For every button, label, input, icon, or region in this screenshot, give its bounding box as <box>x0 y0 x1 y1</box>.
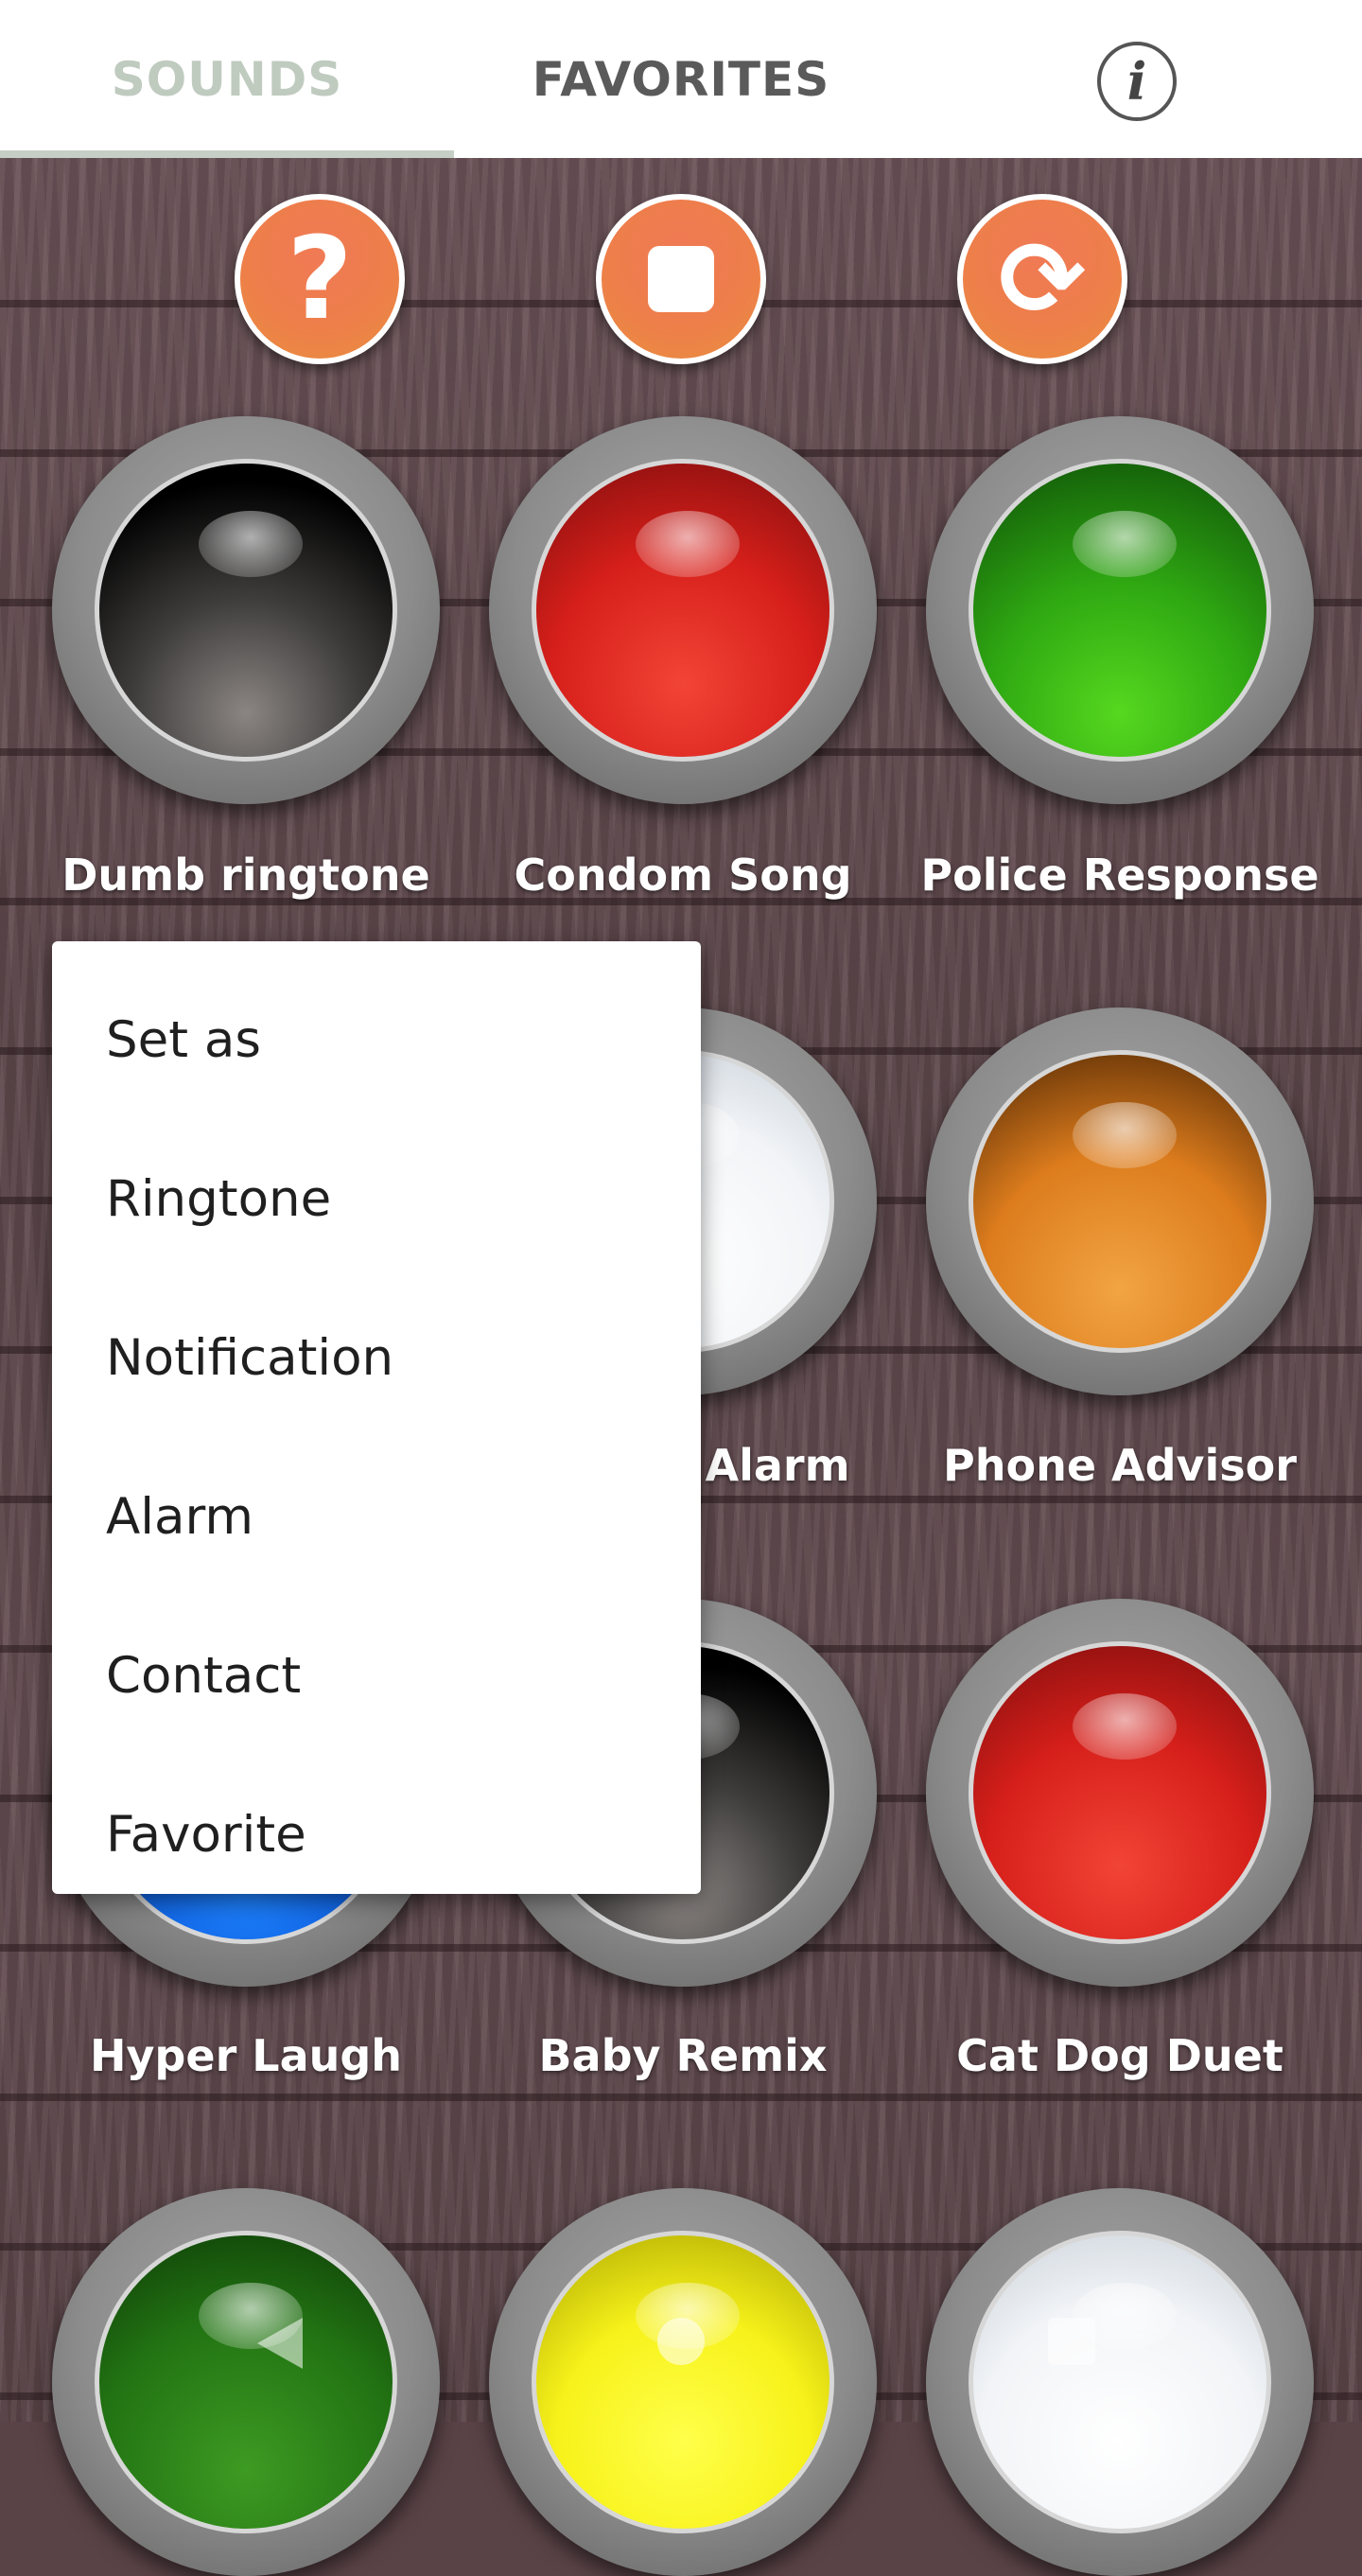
refresh-icon: ⟳ <box>998 219 1087 340</box>
sound-button-face <box>95 2231 397 2533</box>
context-menu: Set as Ringtone Notification Alarm Conta… <box>52 941 701 1894</box>
stop-icon <box>648 246 714 312</box>
gloss-highlight <box>1073 511 1177 577</box>
sound-label: Baby Remix <box>538 2030 828 2081</box>
sound-label: Cat Dog Duet <box>956 2030 1283 2081</box>
stop-button[interactable] <box>596 194 766 364</box>
menu-item-notification[interactable]: Notification <box>52 1278 701 1437</box>
gloss-highlight <box>636 511 740 577</box>
nav-recents-icon[interactable] <box>1048 2318 1095 2365</box>
nav-back-icon[interactable] <box>257 2318 303 2369</box>
sound-label: Hyper Laugh <box>89 2030 403 2081</box>
tab-bar: SOUNDS FAVORITES i <box>0 0 1362 158</box>
question-icon: ? <box>287 213 353 345</box>
sound-button-face <box>969 1641 1271 1944</box>
sound-label: Phone Advisor <box>943 1440 1297 1491</box>
tab-sounds[interactable]: SOUNDS <box>0 0 454 158</box>
sound-label: Dumb ringtone <box>61 850 430 901</box>
sound-button-face <box>532 2231 834 2533</box>
menu-item-ringtone[interactable]: Ringtone <box>52 1119 701 1278</box>
menu-item-set-as: Set as <box>106 1010 261 1069</box>
help-button[interactable]: ? <box>235 194 405 364</box>
sound-button-row4-1[interactable] <box>52 2188 440 2576</box>
sound-label: Condom Song <box>514 850 852 901</box>
nav-home-icon[interactable] <box>657 2318 705 2365</box>
sound-button-police-response[interactable] <box>926 416 1314 804</box>
tab-favorites[interactable]: FAVORITES <box>454 0 908 158</box>
refresh-button[interactable]: ⟳ <box>957 194 1127 364</box>
menu-item-contact[interactable]: Contact <box>52 1596 701 1755</box>
sound-button-phone-advisor[interactable] <box>926 1008 1314 1395</box>
sound-label: Police Response <box>920 850 1319 901</box>
info-icon[interactable]: i <box>1097 42 1177 121</box>
sound-button-row4-2[interactable] <box>489 2188 877 2576</box>
sound-button-face <box>95 459 397 762</box>
sound-button-face <box>532 459 834 762</box>
sound-button-face <box>969 459 1271 762</box>
sound-button-condom-song[interactable] <box>489 416 877 804</box>
sound-button-row4-3[interactable] <box>926 2188 1314 2576</box>
sound-button-face <box>969 2231 1271 2533</box>
sound-button-cat-dog-duet[interactable] <box>926 1599 1314 1987</box>
gloss-highlight <box>199 511 303 577</box>
tab-indicator <box>0 150 454 158</box>
sound-button-dumb-ringtone[interactable] <box>52 416 440 804</box>
sound-button-face <box>969 1050 1271 1353</box>
gloss-highlight <box>1073 1102 1177 1168</box>
gloss-highlight <box>1073 1693 1177 1760</box>
menu-item-favorite[interactable]: Favorite <box>52 1755 701 1914</box>
menu-item-alarm[interactable]: Alarm <box>52 1437 701 1596</box>
